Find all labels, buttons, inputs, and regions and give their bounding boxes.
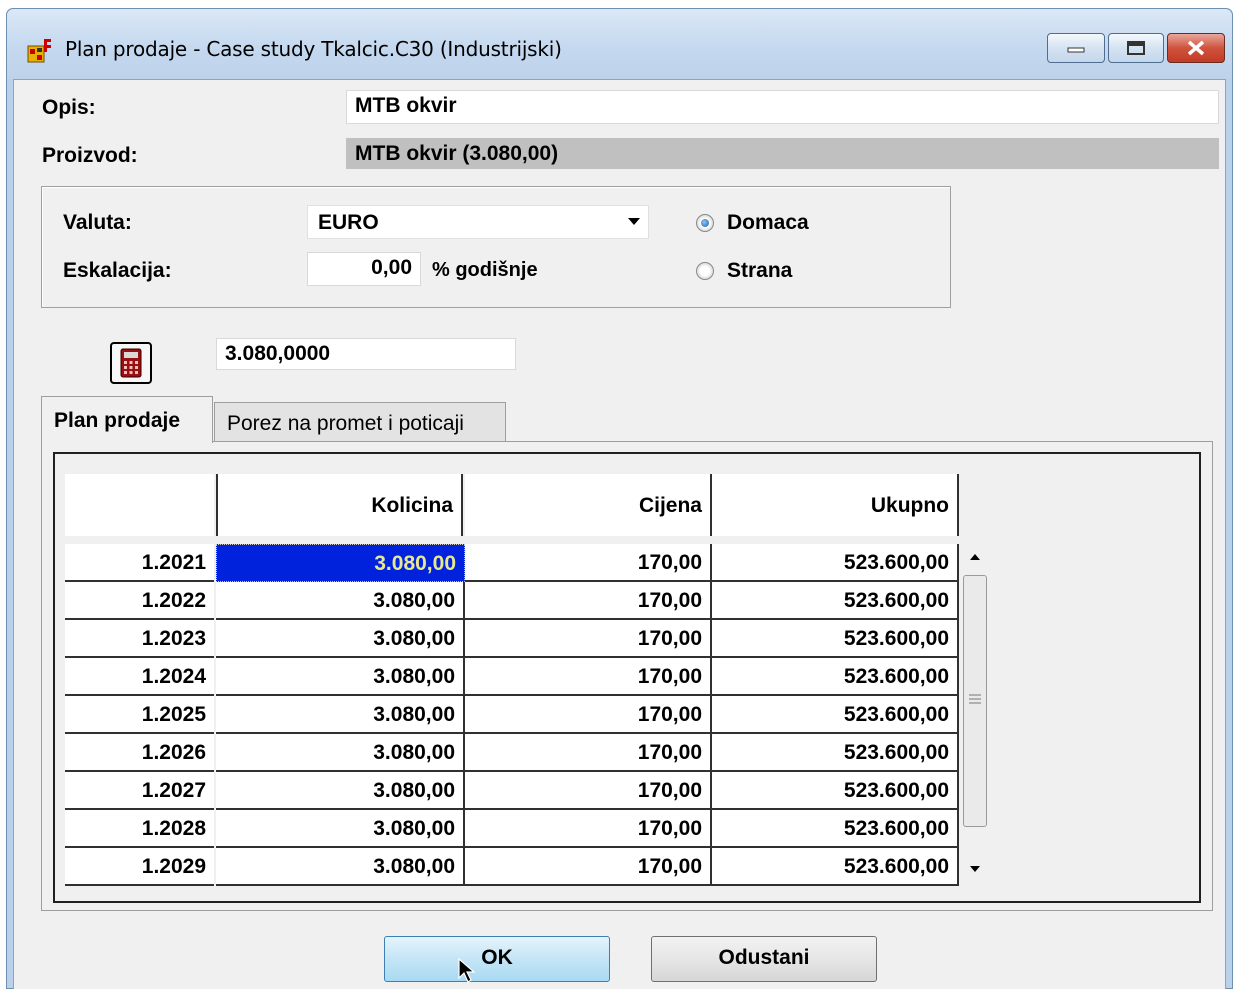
kolicina-cell[interactable]: 3.080,00 <box>216 620 465 658</box>
calc-value-field[interactable]: 3.080,0000 <box>216 338 516 370</box>
cijena-cell[interactable]: 170,00 <box>465 696 712 734</box>
column-header-period <box>65 474 214 536</box>
column-header-kolicina[interactable]: Kolicina <box>216 474 463 536</box>
kolicina-cell[interactable]: 3.080,00 <box>216 772 465 810</box>
opis-label: Opis: <box>42 96 96 119</box>
valuta-value: EURO <box>318 211 379 234</box>
eskalacija-unit: % godišnje <box>432 259 538 281</box>
currency-group: Valuta: EURO Domaca Eskalacija: 0,00 % g… <box>41 186 951 308</box>
row-period-cell[interactable]: 1.2027 <box>65 772 214 810</box>
grip-icon <box>969 694 981 704</box>
title-bar[interactable]: Plan prodaje - Case study Tkalcic.C30 (I… <box>7 9 1232 79</box>
radio-strana[interactable] <box>696 262 714 280</box>
row-period-cell[interactable]: 1.2022 <box>65 582 214 620</box>
radio-domaca[interactable] <box>696 214 714 232</box>
calculator-button[interactable] <box>110 342 152 384</box>
kolicina-cell[interactable]: 3.080,00 <box>216 734 465 772</box>
dialog-body: Opis: MTB okvir Proizvod: MTB okvir (3.0… <box>13 79 1226 989</box>
maximize-button[interactable] <box>1108 33 1164 63</box>
cijena-cell[interactable]: 170,00 <box>465 544 712 582</box>
cijena-cell[interactable]: 170,00 <box>465 848 712 886</box>
scroll-down-icon[interactable] <box>970 866 980 872</box>
row-period-cell[interactable]: 1.2023 <box>65 620 214 658</box>
maximize-icon <box>1127 41 1145 55</box>
dialog-window: Plan prodaje - Case study Tkalcic.C30 (I… <box>6 8 1233 989</box>
ukupno-cell[interactable]: 523.600,00 <box>712 620 959 658</box>
minimize-button[interactable] <box>1047 33 1105 63</box>
tab-porez-na-promet[interactable]: Porez na promet i poticaji <box>214 402 506 442</box>
scroll-up-icon[interactable] <box>970 554 980 560</box>
minimize-icon <box>1067 47 1085 53</box>
proizvod-field: MTB okvir (3.080,00) <box>346 138 1219 169</box>
mouse-cursor-icon <box>458 958 476 983</box>
ukupno-cell[interactable]: 523.600,00 <box>712 582 959 620</box>
opis-input[interactable]: MTB okvir <box>346 90 1219 124</box>
eskalacija-label: Eskalacija: <box>63 259 172 282</box>
proizvod-label: Proizvod: <box>42 144 138 167</box>
column-header-cijena[interactable]: Cijena <box>465 474 712 536</box>
row-period-cell[interactable]: 1.2028 <box>65 810 214 848</box>
row-period-cell[interactable]: 1.2024 <box>65 658 214 696</box>
valuta-label: Valuta: <box>63 211 132 234</box>
cijena-cell[interactable]: 170,00 <box>465 810 712 848</box>
eskalacija-input[interactable]: 0,00 <box>307 252 421 286</box>
cijena-cell[interactable]: 170,00 <box>465 620 712 658</box>
ukupno-cell[interactable]: 523.600,00 <box>712 810 959 848</box>
ukupno-cell[interactable]: 523.600,00 <box>712 544 959 582</box>
vertical-scrollbar[interactable] <box>961 542 989 884</box>
close-icon <box>1187 40 1205 56</box>
kolicina-cell[interactable]: 3.080,00 <box>216 544 465 582</box>
plan-grid: Kolicina Cijena Ukupno 1.2021 3.080,00 170… <box>53 452 1201 903</box>
kolicina-cell[interactable]: 3.080,00 <box>216 848 465 886</box>
row-period-cell[interactable]: 1.2021 <box>65 544 214 582</box>
app-icon <box>27 39 51 63</box>
row-period-cell[interactable]: 1.2029 <box>65 848 214 886</box>
chevron-down-icon <box>628 218 640 225</box>
ukupno-cell[interactable]: 523.600,00 <box>712 848 959 886</box>
scrollbar-thumb[interactable] <box>963 575 987 827</box>
tab-panel: Kolicina Cijena Ukupno 1.2021 3.080,00 170… <box>41 441 1213 911</box>
kolicina-cell[interactable]: 3.080,00 <box>216 582 465 620</box>
kolicina-cell[interactable]: 3.080,00 <box>216 658 465 696</box>
cancel-button[interactable]: Odustani <box>651 936 877 982</box>
calculator-icon <box>120 348 142 378</box>
kolicina-cell[interactable]: 3.080,00 <box>216 810 465 848</box>
kolicina-cell[interactable]: 3.080,00 <box>216 696 465 734</box>
column-header-ukupno[interactable]: Ukupno <box>712 474 959 536</box>
radio-strana-label[interactable]: Strana <box>727 259 792 283</box>
ukupno-cell[interactable]: 523.600,00 <box>712 696 959 734</box>
valuta-select[interactable]: EURO <box>307 205 649 239</box>
row-period-cell[interactable]: 1.2025 <box>65 696 214 734</box>
row-period-cell[interactable]: 1.2026 <box>65 734 214 772</box>
ukupno-cell[interactable]: 523.600,00 <box>712 772 959 810</box>
cijena-cell[interactable]: 170,00 <box>465 582 712 620</box>
close-button[interactable] <box>1167 33 1225 63</box>
cijena-cell[interactable]: 170,00 <box>465 734 712 772</box>
ok-button[interactable]: OK <box>384 936 610 982</box>
cijena-cell[interactable]: 170,00 <box>465 772 712 810</box>
ukupno-cell[interactable]: 523.600,00 <box>712 734 959 772</box>
ukupno-cell[interactable]: 523.600,00 <box>712 658 959 696</box>
cijena-cell[interactable]: 170,00 <box>465 658 712 696</box>
window-title: Plan prodaje - Case study Tkalcic.C30 (I… <box>65 37 562 61</box>
radio-domaca-label[interactable]: Domaca <box>727 211 809 235</box>
tab-plan-prodaje[interactable]: Plan prodaje <box>41 396 213 443</box>
